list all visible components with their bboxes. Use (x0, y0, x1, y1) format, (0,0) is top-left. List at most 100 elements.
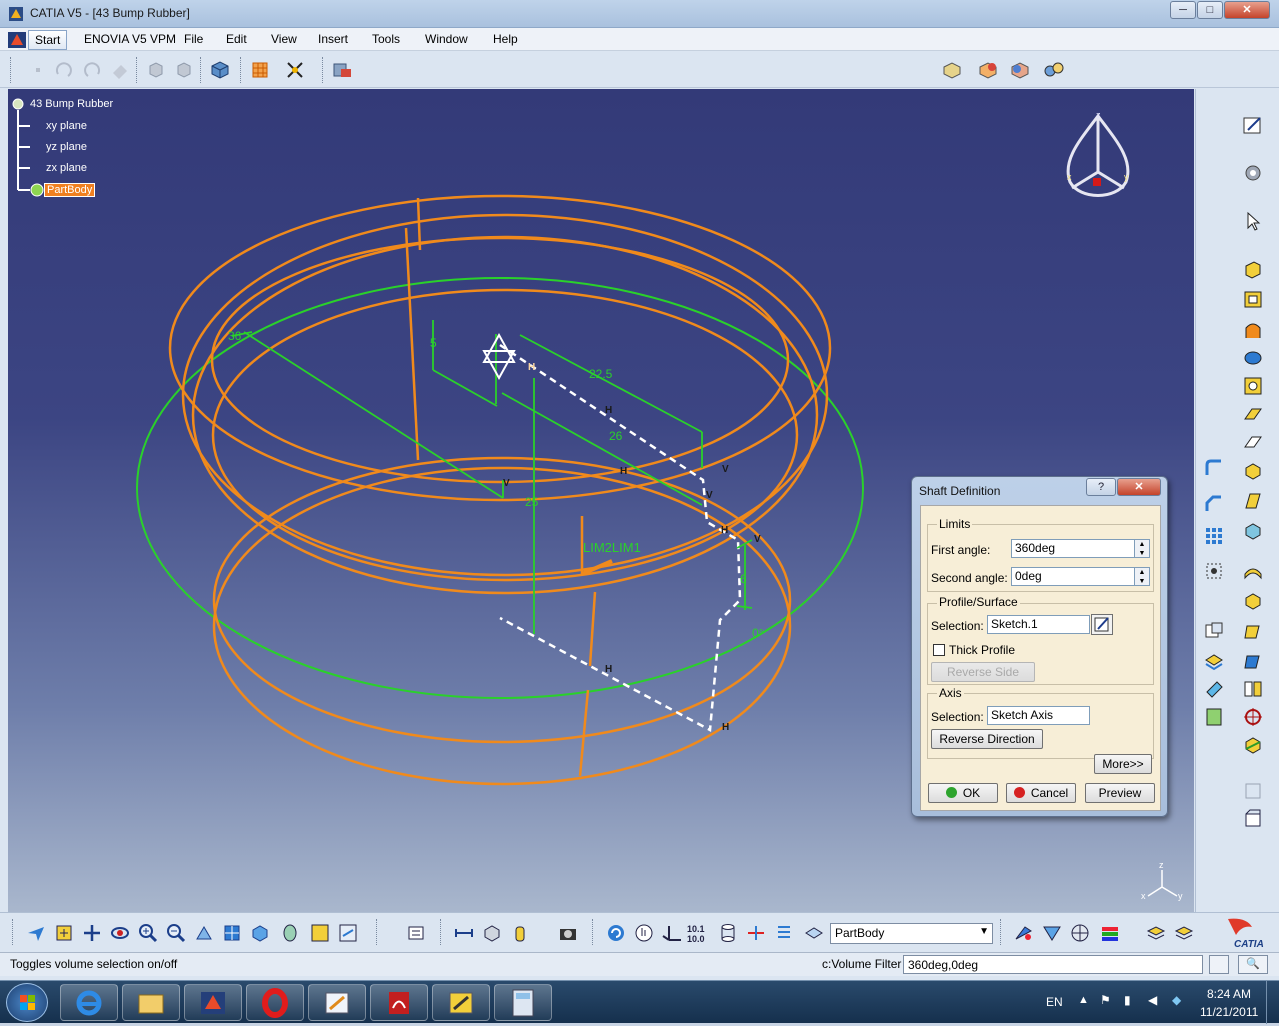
axis-icon[interactable] (660, 921, 684, 945)
rotate-icon[interactable] (108, 921, 132, 945)
pocket-icon[interactable] (1241, 287, 1265, 311)
pattern-icon[interactable] (1202, 524, 1226, 548)
scale-icon[interactable] (1202, 559, 1226, 583)
iso-view-icon[interactable] (248, 921, 272, 945)
menu-insert[interactable]: Insert (318, 32, 348, 46)
shaft-icon[interactable] (1241, 319, 1265, 343)
fit-all-icon[interactable] (52, 921, 76, 945)
chamfer-icon[interactable] (1202, 492, 1226, 516)
layer-icon[interactable] (802, 921, 826, 945)
tree-item-partbody[interactable]: PartBody (44, 183, 96, 197)
redo-icon[interactable] (80, 58, 104, 82)
fly-mode-icon[interactable] (24, 921, 48, 945)
sketcher-icon[interactable] (1241, 113, 1265, 137)
update-icon[interactable] (404, 921, 428, 945)
menu-start[interactable]: Start (28, 30, 68, 50)
tray-expand-icon[interactable]: ▲ (1078, 994, 1089, 1006)
draft-icon[interactable] (1241, 489, 1265, 513)
menu-help[interactable]: Help (493, 32, 518, 46)
measure-between-icon[interactable] (452, 921, 476, 945)
pad-icon[interactable] (1241, 257, 1265, 281)
search-icon[interactable]: 🔍 (1238, 955, 1268, 974)
measure-icon[interactable] (1241, 733, 1265, 757)
mass-icon[interactable] (508, 921, 532, 945)
second-angle-input[interactable]: 0deg (1011, 567, 1135, 586)
sketch-cube-icon[interactable] (208, 58, 232, 82)
tree-item-xy-plane[interactable]: xy plane (46, 120, 87, 132)
taskbar-opera[interactable] (246, 984, 304, 1021)
normal-view-icon[interactable] (192, 921, 216, 945)
menu-edit[interactable]: Edit (226, 32, 247, 46)
pan-icon[interactable] (80, 921, 104, 945)
close-surface-icon[interactable] (1241, 619, 1265, 643)
toolbar-grip[interactable] (12, 919, 15, 945)
taskbar-pdf[interactable] (370, 984, 428, 1021)
toolbar-grip[interactable] (200, 57, 203, 83)
toolbar-grip[interactable] (592, 919, 595, 945)
catalog-icon[interactable] (330, 58, 354, 82)
tree-item-yz-plane[interactable]: yz plane (46, 141, 87, 153)
taskbar-calculator[interactable] (494, 984, 552, 1021)
clock-time[interactable]: 8:24 AM (1207, 987, 1251, 1001)
analysis-icon[interactable] (1241, 807, 1265, 831)
command-input[interactable]: 360deg,0deg (903, 955, 1203, 974)
list-icon[interactable] (772, 921, 796, 945)
second-angle-spinner[interactable]: ▲ ▼ (1134, 567, 1150, 586)
multi-view-icon[interactable] (220, 921, 244, 945)
swap-visible-icon[interactable] (336, 921, 360, 945)
thickness-icon[interactable] (1241, 561, 1265, 585)
shell-icon[interactable] (1241, 519, 1265, 543)
toolbar-grip[interactable] (10, 57, 13, 83)
toggle-panel-button[interactable] (1209, 955, 1229, 974)
render-icon[interactable] (1040, 921, 1064, 945)
reverse-side-button[interactable]: Reverse Side (931, 662, 1035, 682)
close-button[interactable]: ✕ (1224, 1, 1270, 19)
assembly-icon[interactable] (976, 58, 1000, 82)
hide-show-icon[interactable] (308, 921, 332, 945)
constraint-icon[interactable] (1008, 58, 1032, 82)
sew-surface-icon[interactable] (1202, 649, 1226, 673)
paint-icon[interactable] (1012, 921, 1036, 945)
ok-button[interactable]: OK (928, 783, 998, 803)
menu-file[interactable]: File (184, 32, 203, 46)
dialog-close-button[interactable]: ✕ (1117, 478, 1161, 496)
show-desktop-button[interactable] (1266, 981, 1279, 1024)
measure-item-icon[interactable] (480, 921, 504, 945)
product-icon[interactable] (940, 58, 964, 82)
minimize-button[interactable]: ─ (1170, 1, 1196, 19)
numbers-icon[interactable]: 10.1 10.0 (686, 921, 710, 945)
first-angle-spinner[interactable]: ▲ ▼ (1134, 539, 1150, 558)
refresh-icon[interactable] (604, 921, 628, 945)
menu-view[interactable]: View (271, 32, 297, 46)
taskbar-ie[interactable] (60, 984, 118, 1021)
gear-icon[interactable] (1241, 161, 1265, 185)
volume-icon[interactable]: ◀ (1148, 993, 1157, 1007)
grid-select-icon[interactable] (248, 58, 272, 82)
fillet-icon[interactable] (1202, 456, 1226, 480)
taskbar-sketch[interactable] (432, 984, 490, 1021)
hand-cursor-icon[interactable] (632, 921, 656, 945)
network-icon[interactable]: ▮ (1124, 993, 1131, 1007)
toolbar-grip[interactable] (1000, 919, 1003, 945)
shading-icon[interactable] (278, 921, 302, 945)
snap-point-icon[interactable] (283, 58, 307, 82)
thick-profile-checkbox[interactable] (933, 644, 945, 656)
stack-icon[interactable] (1144, 921, 1168, 945)
language-indicator[interactable]: EN (1046, 995, 1063, 1009)
menu-tools[interactable]: Tools (372, 32, 400, 46)
menu-window[interactable]: Window (425, 32, 468, 46)
axis-selection-input[interactable]: Sketch Axis (987, 706, 1090, 725)
dialog-help-button[interactable]: ? (1086, 478, 1116, 496)
constraint-check-icon[interactable] (744, 921, 768, 945)
rib-icon[interactable] (1241, 402, 1265, 426)
multi-pad-icon[interactable] (1241, 459, 1265, 483)
split-icon[interactable] (1241, 589, 1265, 613)
cube-cut-icon[interactable] (144, 58, 168, 82)
taskbar-catia[interactable] (184, 984, 242, 1021)
menu-enovia[interactable]: ENOVIA V5 VPM (84, 32, 176, 46)
flag-icon[interactable]: ⚑ (1100, 993, 1111, 1007)
dropbox-icon[interactable]: ◆ (1172, 993, 1181, 1007)
axis-system-icon[interactable] (1241, 705, 1265, 729)
toolbar-grip[interactable] (240, 57, 243, 83)
maximize-button[interactable]: □ (1197, 1, 1223, 19)
